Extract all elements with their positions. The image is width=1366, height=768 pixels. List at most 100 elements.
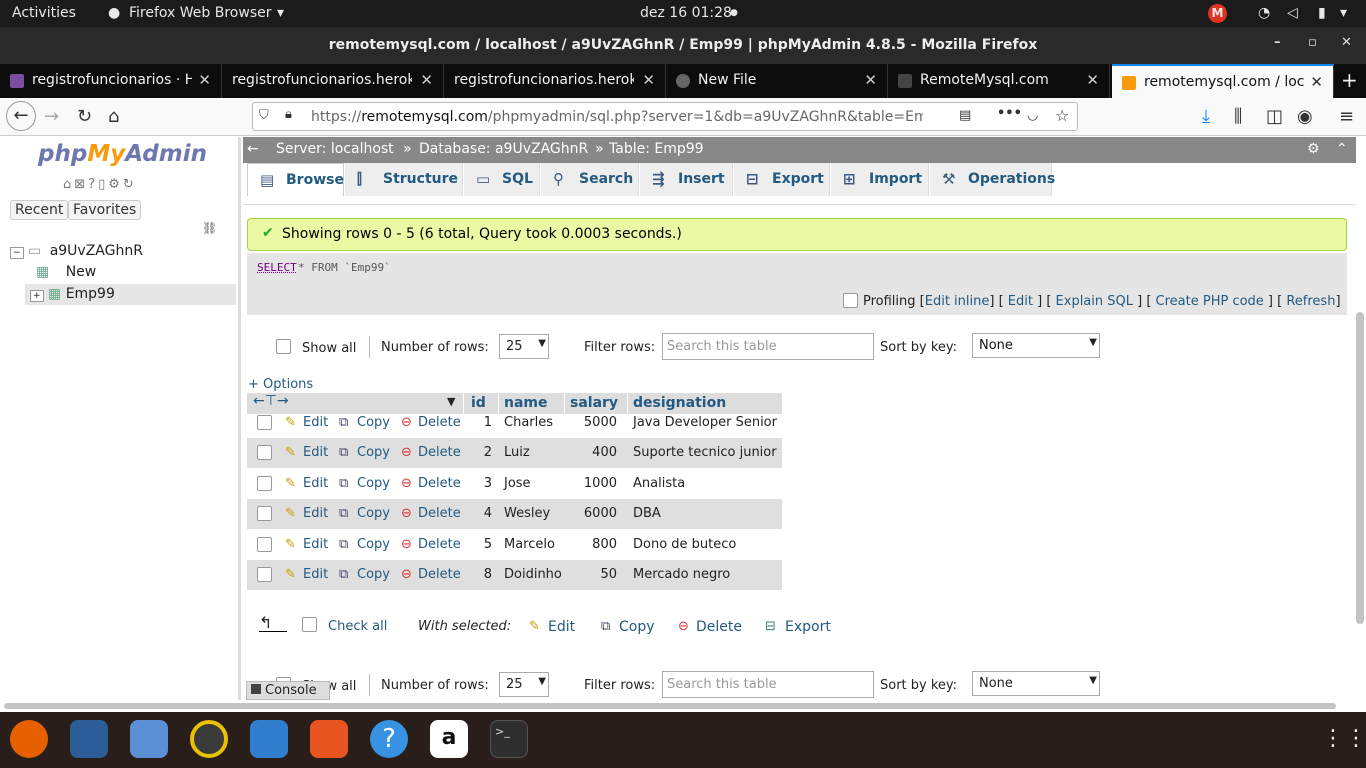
cell-name[interactable]: Jose: [504, 476, 531, 491]
home-icon[interactable]: ⌂: [108, 106, 119, 127]
filter-rows-input[interactable]: Search this table: [662, 333, 874, 360]
close-icon[interactable]: ✕: [1086, 71, 1099, 89]
sort-dropdown-icon[interactable]: ▼: [447, 395, 455, 408]
cell-designation[interactable]: Suporte tecnico junior: [633, 445, 777, 460]
cell-id[interactable]: 2: [477, 445, 492, 460]
cell-salary[interactable]: 800: [565, 537, 617, 552]
row-edit-link[interactable]: Edit: [303, 415, 328, 430]
row-checkbox[interactable]: [257, 567, 272, 582]
cell-designation[interactable]: Analista: [633, 476, 685, 491]
bulk-export-button[interactable]: Export: [785, 619, 831, 635]
settings-icon[interactable]: ⚙: [1307, 141, 1320, 157]
cell-id[interactable]: 5: [477, 537, 492, 552]
docs-icon[interactable]: ▯: [98, 177, 108, 192]
row-copy-link[interactable]: Copy: [357, 445, 390, 460]
help-icon[interactable]: ?: [370, 720, 408, 758]
thunderbird-icon[interactable]: [70, 720, 108, 758]
vertical-scrollbar[interactable]: [1356, 312, 1364, 624]
downloads-icon[interactable]: ⤓: [1202, 106, 1210, 127]
battery-icon[interactable]: ▮: [1318, 5, 1326, 21]
amazon-icon[interactable]: a: [430, 720, 468, 758]
bulk-edit-button[interactable]: Edit: [548, 619, 575, 635]
app-menu[interactable]: Firefox Web Browser: [129, 5, 272, 21]
row-delete-link[interactable]: Delete: [418, 506, 461, 521]
mega-icon[interactable]: M: [1208, 4, 1227, 23]
tree-table[interactable]: + ▦ Emp99: [25, 284, 236, 305]
filter-rows-input-bottom[interactable]: Search this table: [662, 671, 874, 698]
show-apps-icon[interactable]: ⋮⋮⋮: [1322, 726, 1366, 751]
cell-name[interactable]: Luiz: [504, 445, 530, 460]
expand-icon[interactable]: +: [30, 290, 44, 302]
cell-name[interactable]: Marcelo: [504, 537, 555, 552]
reload-icon[interactable]: ↻: [123, 177, 137, 192]
row-delete-link[interactable]: Delete: [418, 567, 461, 582]
row-edit-link[interactable]: Edit: [303, 537, 328, 552]
tab-import[interactable]: ⊞ Import: [831, 163, 929, 196]
files-icon[interactable]: [130, 720, 168, 758]
lock-icon[interactable]: 🔒︎: [285, 107, 292, 122]
tab-search[interactable]: ⚲ Search: [541, 163, 639, 196]
close-icon[interactable]: ✕: [864, 71, 877, 89]
row-checkbox[interactable]: [257, 445, 272, 460]
tab-structure[interactable]: ⫿ Structure: [345, 163, 463, 196]
account-icon[interactable]: ◉: [1297, 106, 1313, 127]
row-copy-link[interactable]: Copy: [357, 415, 390, 430]
url-text[interactable]: https://remotemysql.com/phpmyadmin/sql.p…: [311, 109, 923, 125]
shield-icon[interactable]: ⛉: [259, 108, 269, 123]
row-edit-link[interactable]: Edit: [303, 445, 328, 460]
sort-by-key-select-bottom[interactable]: None ▼: [972, 671, 1100, 696]
cell-designation[interactable]: Dono de buteco: [633, 537, 736, 552]
row-checkbox[interactable]: [257, 506, 272, 521]
cell-id[interactable]: 8: [477, 567, 492, 582]
row-copy-link[interactable]: Copy: [357, 567, 390, 582]
page-actions-icon[interactable]: •••: [997, 106, 1022, 121]
reload-icon[interactable]: ↻: [77, 106, 92, 127]
options-toggle[interactable]: + Options: [248, 377, 313, 392]
rhythmbox-icon[interactable]: [190, 720, 228, 758]
close-icon[interactable]: ✕: [198, 71, 211, 89]
tab-browse[interactable]: ▤ Browse: [247, 163, 344, 196]
recent-button[interactable]: Recent: [10, 200, 69, 220]
logout-icon[interactable]: ⊠: [74, 177, 88, 192]
row-checkbox[interactable]: [257, 537, 272, 552]
row-delete-link[interactable]: Delete: [418, 537, 461, 552]
tree-new[interactable]: ▦ New: [36, 264, 96, 280]
sort-by-key-select[interactable]: None ▼: [972, 333, 1100, 358]
tree-db[interactable]: − ▭ a9UvZAGhnR: [10, 243, 143, 259]
row-delete-link[interactable]: Delete: [418, 476, 461, 491]
crumb-database[interactable]: Database: a9UvZAGhnR: [419, 141, 588, 157]
edit-link[interactable]: Edit: [1008, 294, 1033, 309]
show-all-checkbox[interactable]: [276, 339, 291, 354]
close-icon[interactable]: ✕: [642, 71, 655, 89]
check-all-checkbox[interactable]: [302, 617, 317, 632]
row-copy-link[interactable]: Copy: [357, 476, 390, 491]
cell-salary[interactable]: 6000: [565, 506, 617, 521]
home-icon[interactable]: ⌂: [63, 177, 74, 192]
row-copy-link[interactable]: Copy: [357, 506, 390, 521]
tree-new-label[interactable]: New: [66, 264, 97, 280]
cell-salary[interactable]: 1000: [565, 476, 617, 491]
link-icon[interactable]: ⛓: [202, 221, 217, 235]
cell-id[interactable]: 3: [477, 476, 492, 491]
cell-name[interactable]: Doidinho: [504, 567, 562, 582]
tab-sql[interactable]: ▭ SQL: [464, 163, 540, 196]
edit-inline-link[interactable]: Edit inline: [925, 294, 990, 309]
favorites-button[interactable]: Favorites: [68, 200, 142, 220]
bookmark-star-icon[interactable]: ☆: [1055, 106, 1069, 125]
cell-id[interactable]: 4: [477, 506, 492, 521]
hamburger-menu-icon[interactable]: ≡: [1339, 106, 1354, 127]
url-bar[interactable]: ⛉ 🔒︎ https://remotemysql.com/phpmyadmin/…: [252, 102, 1078, 131]
collapse-nav-icon[interactable]: ←: [247, 141, 259, 157]
terminal-icon[interactable]: >_: [490, 720, 528, 758]
num-rows-select[interactable]: 25 ▼: [499, 334, 549, 359]
wifi-icon[interactable]: ◔: [1258, 5, 1270, 21]
tab-operations[interactable]: ⚒ Operations: [930, 163, 1055, 196]
cell-id[interactable]: 1: [477, 415, 492, 430]
cell-salary[interactable]: 50: [565, 567, 617, 582]
help-icon[interactable]: ?: [88, 177, 98, 192]
pocket-icon[interactable]: ◡: [1027, 108, 1038, 123]
row-checkbox[interactable]: [257, 476, 272, 491]
close-icon[interactable]: ✕: [1310, 73, 1323, 91]
software-center-icon[interactable]: [310, 720, 348, 758]
writer-icon[interactable]: [250, 720, 288, 758]
